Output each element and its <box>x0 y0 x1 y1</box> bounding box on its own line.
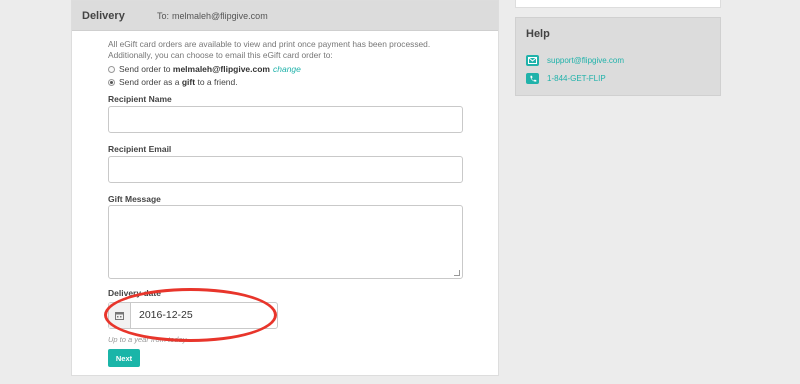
gift-message-label: Gift Message <box>108 194 161 204</box>
change-link[interactable]: change <box>273 64 301 74</box>
help-email[interactable]: support@flipgive.com <box>526 55 624 66</box>
to-email: melmaleh@flipgive.com <box>172 11 268 21</box>
help-title: Help <box>526 28 550 40</box>
recipient-name-input[interactable] <box>108 106 463 133</box>
delivery-to: To: melmaleh@flipgive.com <box>157 11 268 21</box>
delivery-header: Delivery To: melmaleh@flipgive.com <box>72 1 498 31</box>
option-self-email: melmaleh@flipgive.com <box>172 64 270 74</box>
annotation-circle <box>104 288 277 342</box>
gift-message-textarea[interactable] <box>108 205 463 279</box>
envelope-icon <box>526 55 539 66</box>
help-phone[interactable]: 1-844-GET-FLIP <box>526 73 606 84</box>
help-phone-link[interactable]: 1-844-GET-FLIP <box>547 74 606 83</box>
delivery-title: Delivery <box>82 10 125 22</box>
resize-handle[interactable] <box>454 270 460 276</box>
order-summary-box <box>515 0 721 8</box>
radio-send-gift[interactable] <box>108 78 115 86</box>
phone-icon <box>526 73 539 84</box>
to-label: To: <box>157 11 170 21</box>
option-gift-suffix: to a friend. <box>197 77 238 87</box>
help-email-link[interactable]: support@flipgive.com <box>547 56 624 65</box>
option-self-prefix: Send order to <box>119 64 171 74</box>
intro-text: All eGift card orders are available to v… <box>108 39 431 60</box>
option-send-gift[interactable]: Send order as a gift to a friend. <box>108 77 238 87</box>
recipient-email-label: Recipient Email <box>108 144 172 154</box>
option-gift-bold: gift <box>181 77 196 87</box>
next-button[interactable]: Next <box>108 349 140 367</box>
option-send-self[interactable]: Send order to melmaleh@flipgive.com chan… <box>108 64 301 74</box>
option-gift-prefix: Send order as a <box>119 77 180 87</box>
recipient-name-label: Recipient Name <box>108 94 172 104</box>
radio-send-self[interactable] <box>108 65 115 73</box>
recipient-email-input[interactable] <box>108 156 463 183</box>
help-panel: Help support@flipgive.com 1-844-GET-FLIP <box>515 17 721 96</box>
